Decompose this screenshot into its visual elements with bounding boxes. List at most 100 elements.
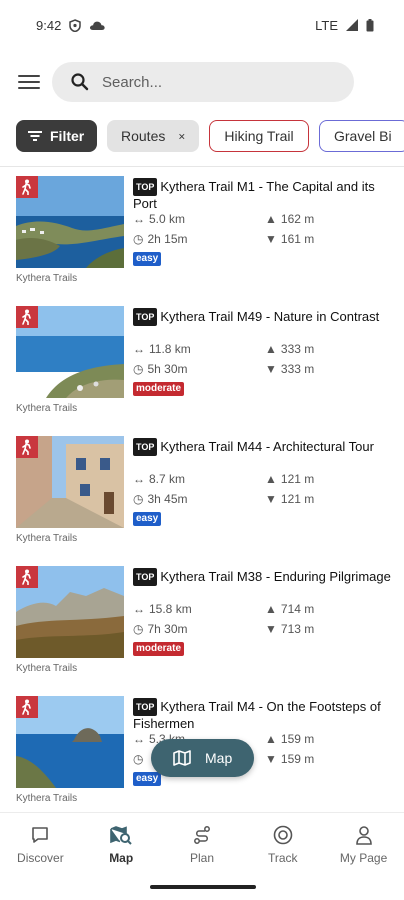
ascent-value: 159 m [280, 732, 315, 746]
ascent-icon: ▲ [265, 472, 277, 486]
tour-distance: ↔ 15.8 km [133, 602, 192, 616]
descent-icon: ▼ [265, 362, 277, 376]
signal-icon [346, 19, 358, 31]
tour-item[interactable]: Kythera Trails TOP Kythera Trail M1 - The… [0, 174, 404, 304]
bottom-nav: Discover Map Plan Track My Page [0, 812, 404, 882]
tour-source: Kythera Trails [16, 273, 78, 284]
chip-gravel-bike[interactable]: Gravel Bi [319, 120, 404, 152]
chip-hiking-trail[interactable]: Hiking Trail [209, 120, 309, 152]
ascent-value: 121 m [280, 472, 315, 486]
tour-item[interactable]: Kythera Trails TOP Kythera Trail M49 - Na… [0, 304, 404, 434]
descent-icon: ▼ [265, 492, 277, 506]
clock-icon: ◷ [133, 622, 144, 636]
nav-discover[interactable]: Discover [0, 813, 81, 882]
tour-ascent: ▲ 162 m [265, 212, 314, 226]
tour-list: Kythera Trails TOP Kythera Trail M1 - The… [0, 174, 404, 824]
nav-track-label: Track [268, 851, 298, 865]
nav-track[interactable]: Track [242, 813, 323, 882]
chip-hiking-label: Hiking Trail [224, 128, 294, 144]
difficulty-badge: easy [133, 252, 162, 266]
tour-title: TOP Kythera Trail M4 - On the Footsteps o… [133, 698, 395, 732]
chip-routes[interactable]: Routes [107, 120, 199, 152]
top-badge: TOP [133, 178, 158, 196]
tour-thumbnail [16, 566, 124, 658]
tour-distance: ↔ 8.7 km [133, 472, 185, 486]
record-icon [273, 825, 293, 845]
nav-map[interactable]: Map [81, 813, 162, 882]
hiking-icon [16, 566, 38, 588]
search-icon [71, 73, 89, 91]
duration-value: 5h 30m [147, 362, 188, 376]
ascent-value: 333 m [280, 342, 315, 356]
map-fab-button[interactable]: Map [151, 739, 254, 777]
distance-icon: ↔ [133, 732, 145, 746]
tour-thumbnail [16, 306, 124, 398]
close-icon[interactable] [179, 131, 185, 142]
descent-value: 333 m [280, 362, 315, 376]
filter-label: Filter [50, 128, 85, 144]
top-badge: TOP [133, 438, 158, 456]
ascent-value: 162 m [280, 212, 315, 226]
tour-ascent: ▲ 714 m [265, 602, 314, 616]
tour-title-text: Kythera Trail M49 - Nature in Contrast [160, 309, 380, 324]
tour-thumbnail [16, 436, 124, 528]
duration-value: 7h 30m [147, 622, 188, 636]
menu-icon[interactable] [18, 71, 40, 93]
hiking-icon [16, 696, 38, 718]
tour-item[interactable]: Kythera Trails TOP Kythera Trail M38 - En… [0, 564, 404, 694]
ascent-icon: ▲ [265, 342, 277, 356]
ascent-icon: ▲ [265, 732, 277, 746]
filter-icon [28, 131, 42, 141]
distance-icon: ↔ [133, 602, 145, 616]
distance-value: 11.8 km [149, 342, 191, 356]
search-input[interactable]: Search... [52, 62, 354, 102]
difficulty-badge: easy [133, 772, 162, 786]
nav-map-label: Map [109, 851, 134, 865]
tour-ascent: ▲ 159 m [265, 732, 314, 746]
descent-value: 161 m [280, 232, 315, 246]
tour-source: Kythera Trails [16, 793, 78, 804]
tour-title: TOP Kythera Trail M38 - Enduring Pilgrima… [133, 568, 395, 586]
tour-title: TOP Kythera Trail M44 - Architectural Tou… [133, 438, 395, 456]
tour-duration: ◷ 5h 30m [133, 362, 188, 376]
nav-my-page[interactable]: My Page [323, 813, 404, 882]
distance-icon: ↔ [133, 342, 145, 356]
tour-distance: ↔ 5.0 km [133, 212, 185, 226]
tour-source: Kythera Trails [16, 533, 78, 544]
distance-value: 5.0 km [149, 212, 186, 226]
tour-title-text: Kythera Trail M38 - Enduring Pilgrimage [160, 569, 391, 584]
tour-duration: ◷ 3h 45m [133, 492, 188, 506]
descent-icon: ▼ [265, 622, 277, 636]
hiking-icon [16, 306, 38, 328]
top-badge: TOP [133, 308, 158, 326]
distance-icon: ↔ [133, 212, 145, 226]
person-icon [355, 826, 372, 845]
network-type: LTE [315, 17, 338, 33]
tour-ascent: ▲ 121 m [265, 472, 314, 486]
battery-icon [366, 18, 374, 31]
tour-descent: ▼ 333 m [265, 362, 314, 376]
search-placeholder: Search... [102, 73, 163, 91]
cloud-icon [90, 21, 105, 30]
tour-title-text: Kythera Trail M4 - On the Footsteps of F… [133, 699, 381, 731]
nav-plan-label: Plan [189, 851, 214, 865]
tour-descent: ▼ 713 m [265, 622, 314, 636]
distance-value: 15.8 km [149, 602, 192, 616]
tour-title: TOP Kythera Trail M49 - Nature in Contras… [133, 308, 395, 326]
tour-distance: ↔ 11.8 km [133, 342, 191, 356]
divider [0, 166, 404, 167]
tour-source: Kythera Trails [16, 403, 78, 414]
status-bar: 9:42 LTE [0, 0, 404, 50]
duration-value: 3h 45m [147, 492, 188, 506]
chip-gravel-label: Gravel Bi [334, 128, 392, 144]
home-indicator[interactable] [150, 885, 256, 889]
clock-icon: ◷ [133, 752, 144, 766]
hiking-icon [16, 176, 38, 198]
nav-plan[interactable]: Plan [162, 813, 243, 882]
filter-button[interactable]: Filter [16, 120, 97, 152]
tour-descent: ▼ 161 m [265, 232, 314, 246]
distance-value: 8.7 km [149, 472, 186, 486]
chip-routes-label: Routes [121, 128, 166, 144]
tour-item[interactable]: Kythera Trails TOP Kythera Trail M44 - Ar… [0, 434, 404, 564]
map-fab-label: Map [205, 750, 233, 766]
